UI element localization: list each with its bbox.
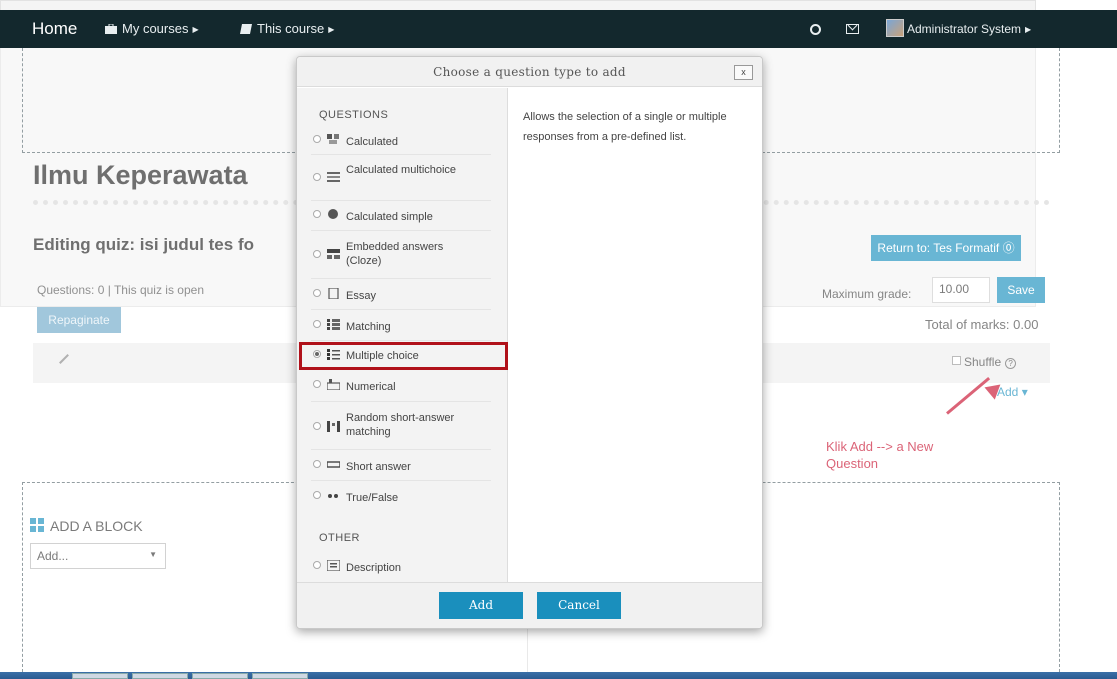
question-type-calculated[interactable]: Calculated <box>311 127 491 155</box>
description-icon <box>327 560 340 571</box>
radio-button[interactable] <box>313 289 321 297</box>
question-type-random-short-answer-matching[interactable]: Random short-answer matching <box>311 402 491 450</box>
question-type-label: Calculated <box>346 136 398 148</box>
calculated-multichoice-icon <box>327 172 340 182</box>
random-matching-icon <box>327 421 340 432</box>
cancel-button[interactable]: Cancel <box>537 592 621 619</box>
question-type-short-answer[interactable]: Short answer <box>311 450 491 481</box>
user-name: Administrator System <box>907 22 1022 36</box>
question-type-true-false[interactable]: True/False <box>311 481 491 512</box>
caret-right-icon: ▶ <box>192 25 199 34</box>
radio-button[interactable] <box>313 250 321 258</box>
question-type-numerical[interactable]: Numerical <box>311 370 491 402</box>
caret-right-icon: ▶ <box>328 25 335 34</box>
radio-button[interactable] <box>313 561 321 569</box>
question-type-label: True/False <box>346 492 399 504</box>
question-type-description[interactable]: Description <box>311 551 491 582</box>
question-type-label: Embedded answers (Cloze) <box>346 241 444 267</box>
user-menu[interactable]: Administrator System ▶ <box>907 10 1031 48</box>
close-icon[interactable]: x <box>734 65 753 80</box>
question-type-label: Calculated multichoice <box>346 164 457 176</box>
dialog-footer: Add Cancel <box>297 582 762 628</box>
question-type-calculated-simple[interactable]: Calculated simple <box>311 201 491 231</box>
selection-highlight-box <box>299 342 508 370</box>
question-type-label: Random short-answer matching <box>346 412 455 438</box>
user-avatar[interactable] <box>886 19 904 37</box>
calculated-icon <box>327 134 339 144</box>
other-section-label: OTHER <box>319 532 360 544</box>
question-type-label: Short answer <box>346 461 411 473</box>
nav-my-courses-label: My courses <box>122 21 189 36</box>
caret-right-icon: ▶ <box>1025 25 1032 34</box>
radio-button[interactable] <box>313 320 321 328</box>
notifications-icon[interactable] <box>810 24 821 35</box>
truefalse-icon <box>328 494 338 498</box>
radio-button[interactable] <box>313 460 321 468</box>
question-type-calculated-multichoice[interactable]: Calculated multichoice <box>311 155 491 201</box>
radio-button[interactable] <box>313 173 321 181</box>
nav-this-course-menu[interactable]: This course ▶ <box>240 10 334 48</box>
question-type-essay[interactable]: Essay <box>311 279 491 310</box>
calculated-simple-icon <box>328 209 338 219</box>
radio-button[interactable] <box>313 135 321 143</box>
cloze-icon <box>327 249 340 259</box>
taskbar-button[interactable] <box>72 673 128 679</box>
messages-icon[interactable] <box>846 24 859 34</box>
book-icon <box>240 24 252 34</box>
question-type-label: Matching <box>346 321 391 333</box>
nav-home-link[interactable]: Home <box>32 10 77 48</box>
taskbar-button[interactable] <box>252 673 308 679</box>
question-type-list: QUESTIONS Calculated Calculated multicho… <box>297 88 508 582</box>
matching-icon <box>327 319 340 330</box>
taskbar-button[interactable] <box>192 673 248 679</box>
question-type-description-text: Allows the selection of a single or mult… <box>523 111 727 143</box>
numerical-icon <box>327 379 340 390</box>
radio-button[interactable] <box>313 491 321 499</box>
top-navbar: Home My courses ▶ This course ▶ Administra… <box>0 10 1117 48</box>
essay-icon <box>328 288 339 299</box>
question-type-cloze[interactable]: Embedded answers (Cloze) <box>311 231 491 279</box>
question-type-label: Description <box>346 562 402 574</box>
radio-button[interactable] <box>313 210 321 218</box>
question-type-label: Numerical <box>346 381 396 393</box>
dialog-header: Choose a question type to add x <box>297 57 762 87</box>
dialog-title: Choose a question type to add <box>433 65 626 79</box>
nav-this-course-label: This course <box>257 21 325 36</box>
radio-button[interactable] <box>313 422 321 430</box>
short-answer-icon <box>327 461 340 468</box>
radio-button[interactable] <box>313 380 321 388</box>
question-type-label: Essay <box>346 290 376 302</box>
briefcase-icon <box>105 24 117 34</box>
question-type-matching[interactable]: Matching <box>311 310 491 341</box>
nav-my-courses-menu[interactable]: My courses ▶ <box>105 10 199 48</box>
question-type-label: Calculated simple <box>346 211 433 223</box>
add-button[interactable]: Add <box>439 592 523 619</box>
taskbar-button[interactable] <box>132 673 188 679</box>
questions-section-label: QUESTIONS <box>319 109 389 121</box>
